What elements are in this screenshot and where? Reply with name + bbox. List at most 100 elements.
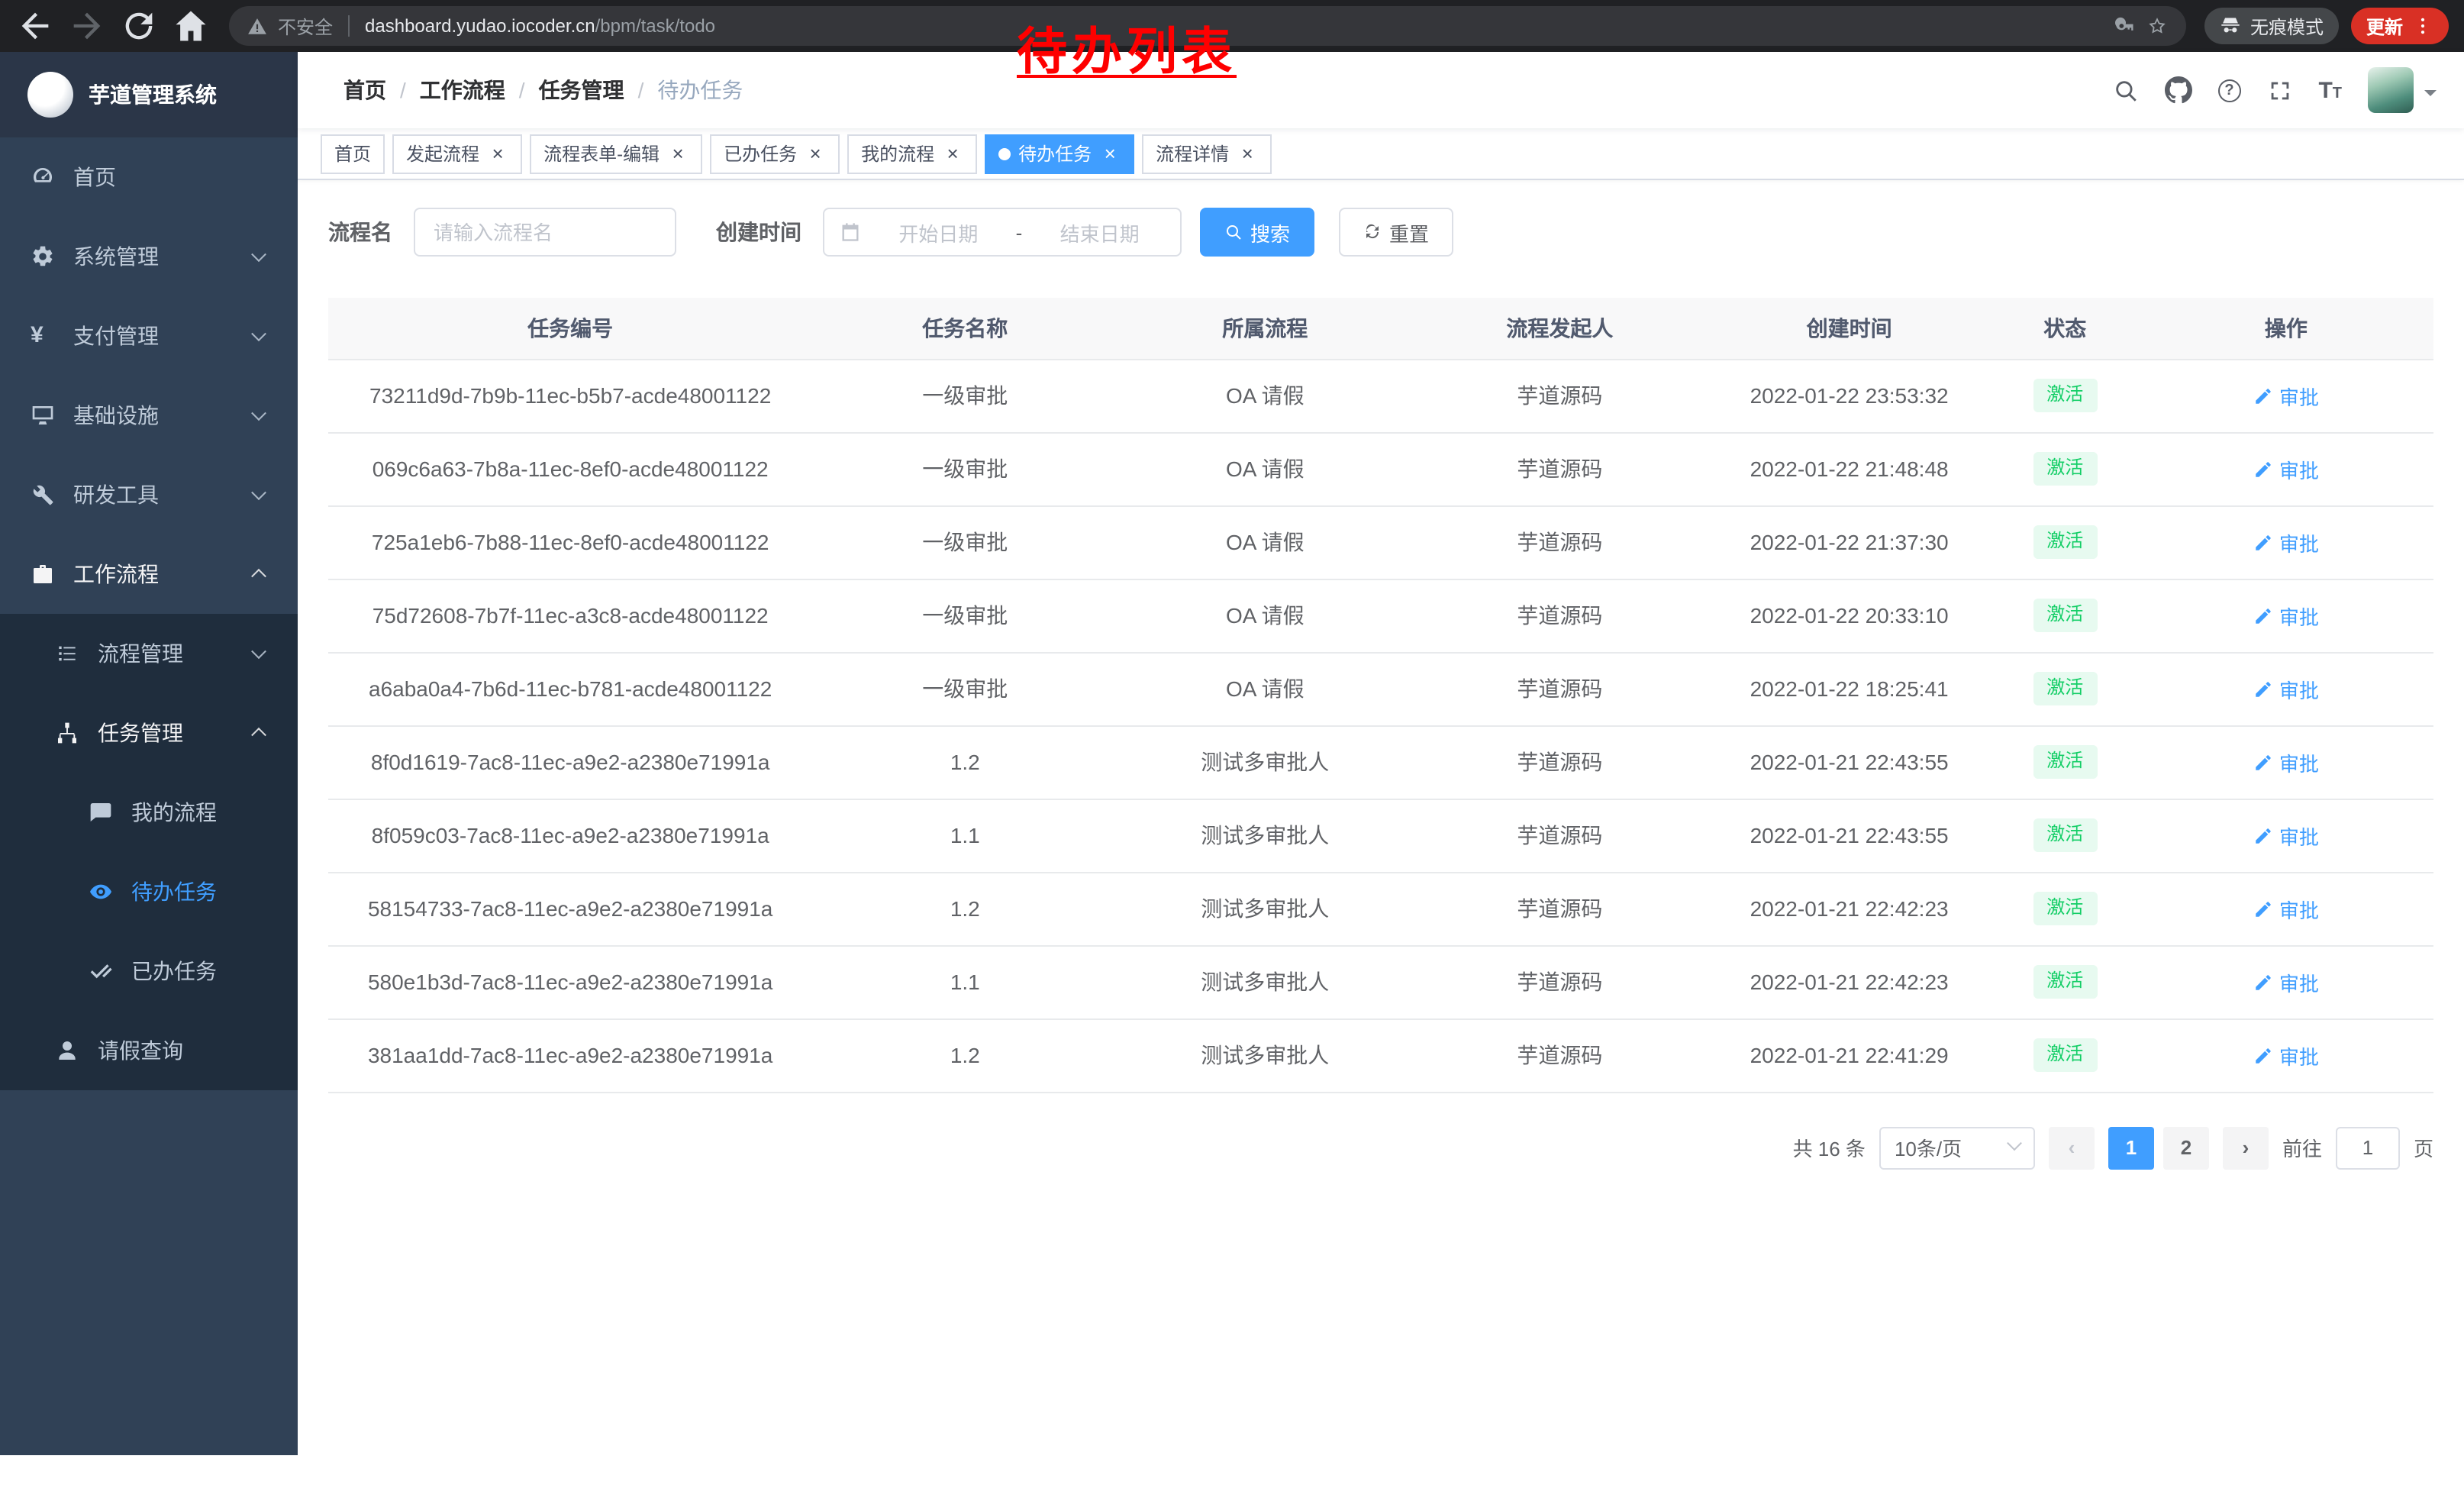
next-page-button[interactable]: ›	[2223, 1126, 2269, 1169]
goto-page-input[interactable]	[2336, 1126, 2400, 1169]
approve-link[interactable]: 审批	[2253, 454, 2319, 483]
sidebar-item-leave-query[interactable]: 请假查询	[0, 1011, 298, 1090]
close-icon[interactable]: ×	[667, 143, 689, 164]
sidebar-item-system-management[interactable]: 系统管理	[0, 217, 298, 296]
approve-link[interactable]: 审批	[2253, 601, 2319, 630]
sidebar-item-task-management[interactable]: 任务管理	[0, 693, 298, 773]
breadcrumb-task-management[interactable]: 任务管理	[539, 75, 624, 105]
sidebar-item-home[interactable]: 首页	[0, 137, 298, 217]
chevron-icon	[251, 569, 266, 584]
starter-cell: 芋道源码	[1412, 359, 1707, 432]
warning-icon	[247, 16, 267, 36]
create-time-label: 创建时间	[716, 217, 801, 247]
fullscreen-icon[interactable]	[2266, 77, 2292, 103]
approve-link[interactable]: 审批	[2253, 1041, 2319, 1070]
sidebar-item-label: 待办任务	[131, 876, 217, 907]
sidebar-item-label: 工作流程	[73, 559, 159, 589]
table-row: 73211d9d-7b9b-11ec-b5b7-acde48001122 一级审…	[328, 359, 2433, 432]
tab-label: 发起流程	[406, 140, 479, 166]
process-cell: 测试多审批人	[1118, 1018, 1412, 1092]
sidebar-item-payment-management[interactable]: ¥ 支付管理	[0, 296, 298, 376]
starter-cell: 芋道源码	[1412, 945, 1707, 1018]
sidebar-menu: 首页 系统管理 ¥ 支付管理 基础设施 研发工具 工作流程 流程管理 任务管理 …	[0, 137, 298, 1090]
update-button[interactable]: 更新	[2351, 8, 2449, 44]
starter-cell: 芋道源码	[1412, 799, 1707, 872]
breadcrumb-workflow[interactable]: 工作流程	[420, 75, 505, 105]
page-size-select[interactable]: 10条/页	[1879, 1126, 2035, 1169]
process-cell: 测试多审批人	[1118, 725, 1412, 799]
close-icon[interactable]: ×	[805, 143, 826, 164]
tab-label: 已办任务	[724, 140, 797, 166]
approve-link[interactable]: 审批	[2253, 674, 2319, 703]
sidebar-item-workflow[interactable]: 工作流程	[0, 534, 298, 614]
forward-icon[interactable]	[67, 6, 107, 46]
tab-start-process[interactable]: 发起流程 ×	[392, 134, 522, 173]
table-row: 381aa1dd-7ac8-11ec-a9e2-a2380e71991a 1.2…	[328, 1018, 2433, 1092]
tab-home[interactable]: 首页	[321, 134, 385, 173]
col-task-name: 任务名称	[812, 298, 1118, 359]
pencil-icon	[2253, 752, 2273, 772]
sidebar-item-done-task[interactable]: 已办任务	[0, 931, 298, 1011]
approve-link[interactable]: 审批	[2253, 821, 2319, 850]
page-button-1[interactable]: 1	[2108, 1126, 2154, 1169]
help-icon[interactable]: ?	[2217, 79, 2240, 102]
tab-form-edit[interactable]: 流程表单-编辑 ×	[530, 134, 702, 173]
back-icon[interactable]	[15, 6, 55, 46]
sidebar-item-process-management[interactable]: 流程管理	[0, 614, 298, 693]
sidebar-item-infrastructure[interactable]: 基础设施	[0, 376, 298, 455]
approve-link[interactable]: 审批	[2253, 894, 2319, 923]
sidebar-item-label: 我的流程	[131, 797, 217, 828]
star-icon[interactable]	[2146, 15, 2168, 37]
prev-page-button[interactable]: ‹	[2049, 1126, 2095, 1169]
todo-table: 任务编号 任务名称 所属流程 流程发起人 创建时间 状态 操作 73211d9d…	[328, 298, 2433, 1093]
breadcrumb-home[interactable]: 首页	[343, 75, 386, 105]
fontsize-icon[interactable]: TT	[2318, 79, 2342, 102]
close-icon[interactable]: ×	[1099, 143, 1121, 164]
user-avatar[interactable]	[2368, 67, 2437, 113]
sidebar-item-label: 请假查询	[98, 1035, 183, 1066]
github-icon[interactable]	[2164, 76, 2191, 104]
task-name-cell: 一级审批	[812, 505, 1118, 579]
create-time-cell: 2022-01-22 20:33:10	[1707, 579, 1991, 652]
close-icon[interactable]: ×	[487, 143, 508, 164]
status-badge: 激活	[2033, 965, 2097, 998]
breadcrumb-current: 待办任务	[657, 75, 743, 105]
menu-dots-icon[interactable]	[2412, 15, 2433, 37]
tab-my-process[interactable]: 我的流程 ×	[847, 134, 977, 173]
sidebar-item-todo-task[interactable]: 待办任务	[0, 852, 298, 931]
close-icon[interactable]: ×	[1237, 143, 1258, 164]
tab-done-task[interactable]: 已办任务 ×	[710, 134, 840, 173]
sidebar-item-dev-tools[interactable]: 研发工具	[0, 455, 298, 534]
action-cell: 审批	[2139, 945, 2433, 1018]
date-range-input[interactable]: 开始日期 - 结束日期	[823, 208, 1182, 257]
starter-cell: 芋道源码	[1412, 579, 1707, 652]
table-header-row: 任务编号 任务名称 所属流程 流程发起人 创建时间 状态 操作	[328, 298, 2433, 359]
reset-button[interactable]: 重置	[1339, 208, 1453, 257]
approve-link[interactable]: 审批	[2253, 381, 2319, 410]
reload-icon[interactable]	[119, 6, 159, 46]
incognito-label: 无痕模式	[2250, 13, 2324, 39]
search-icon[interactable]	[2112, 77, 2138, 103]
page-list: 12	[2108, 1126, 2209, 1169]
hamburger-icon[interactable]	[298, 76, 343, 104]
divider	[348, 15, 350, 37]
approve-link[interactable]: 审批	[2253, 747, 2319, 776]
home-icon[interactable]	[171, 6, 211, 46]
sidebar-item-my-process[interactable]: 我的流程	[0, 773, 298, 852]
security-label[interactable]: 不安全	[278, 13, 333, 39]
tab-todo-task[interactable]: 待办任务 ×	[985, 134, 1134, 173]
process-name-input[interactable]	[414, 208, 676, 257]
create-time-cell: 2022-01-21 22:43:55	[1707, 799, 1991, 872]
starter-cell: 芋道源码	[1412, 725, 1707, 799]
breadcrumb-separator: /	[519, 78, 525, 102]
approve-link[interactable]: 审批	[2253, 967, 2319, 996]
page-button-2[interactable]: 2	[2163, 1126, 2209, 1169]
close-icon[interactable]: ×	[942, 143, 963, 164]
search-button[interactable]: 搜索	[1200, 208, 1314, 257]
key-icon[interactable]	[2114, 15, 2136, 37]
approve-link[interactable]: 审批	[2253, 528, 2319, 557]
process-cell: OA 请假	[1118, 652, 1412, 725]
logo[interactable]: 芋道管理系统	[0, 52, 298, 137]
tab-process-detail[interactable]: 流程详情 ×	[1142, 134, 1272, 173]
action-cell: 审批	[2139, 652, 2433, 725]
